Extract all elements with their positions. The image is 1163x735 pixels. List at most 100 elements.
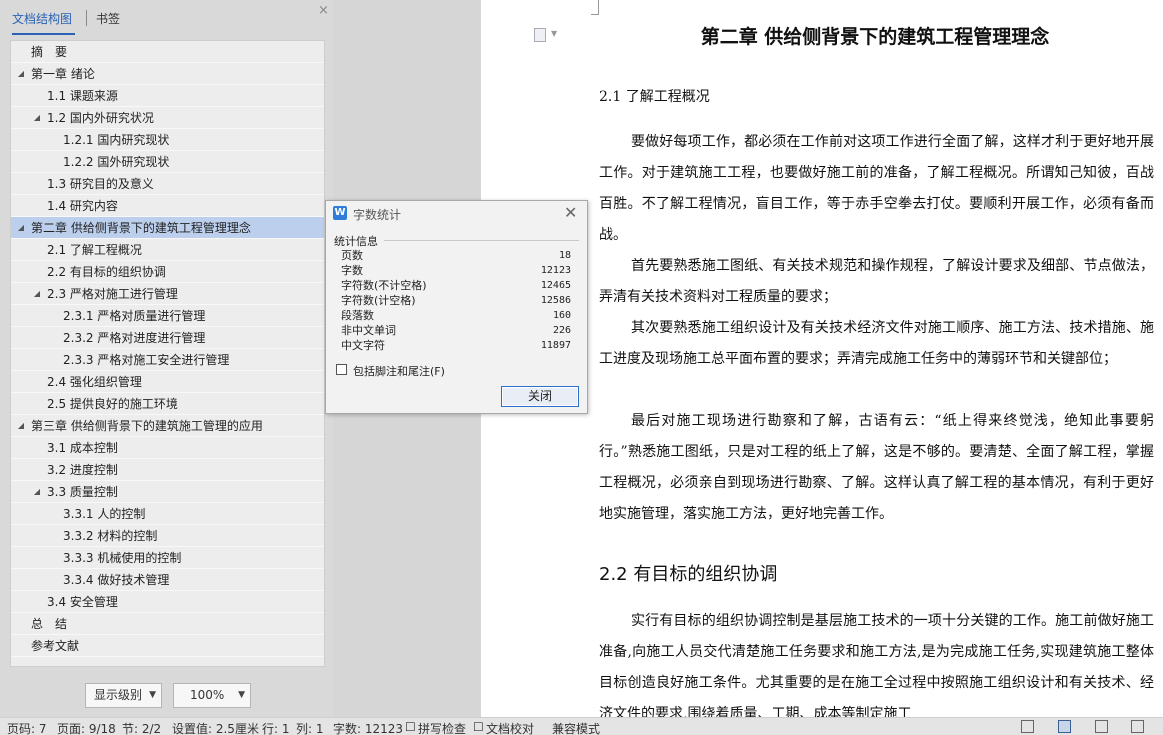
outline-item[interactable]: ◢ 3.3 质量控制 (11, 481, 324, 503)
expand-arrow-icon[interactable]: ◢ (16, 415, 26, 437)
status-word-count[interactable]: 字数: 12123 (333, 720, 403, 735)
stat-value: 12123 (540, 265, 571, 276)
outline-item[interactable]: 参考文献 (11, 635, 324, 657)
outline-item-label: 1.4 研究内容 (47, 199, 118, 213)
document-icon[interactable] (534, 28, 546, 42)
outline-item-label: 第一章 绪论 (31, 67, 95, 81)
stat-label: 字数 (341, 264, 363, 277)
web-view-icon[interactable] (1131, 720, 1144, 733)
outline-item-label: 2.3.2 严格对进度进行管理 (63, 331, 206, 345)
status-section: 节: 2/2 (122, 722, 162, 735)
expand-arrow-icon[interactable]: ◢ (16, 63, 26, 85)
doc-proof-toggle[interactable]: ☐ (473, 720, 484, 734)
stat-row: 字符数(计空格) 12586 (341, 294, 571, 308)
tab-document-map[interactable]: 文档结构图 (12, 10, 72, 27)
status-col: 列: 1 (296, 722, 324, 735)
outline-item-label: 参考文献 (31, 639, 80, 653)
outline-item[interactable]: ◢ 1.2 国内外研究状况 (11, 107, 324, 129)
dialog-title: 字数统计 (353, 208, 402, 222)
stat-value: 226 (552, 325, 571, 336)
outline-item-label: 1.2.1 国内研究现状 (63, 133, 170, 147)
body-paragraph: 最后对施工现场进行勘察和了解，古语有云：“纸上得来终觉浅，绝知此事要躬行。”熟悉… (599, 413, 1154, 522)
outline-item[interactable]: 2.3.2 严格对进度进行管理 (11, 327, 324, 349)
outline-item-label: 3.3 质量控制 (47, 485, 118, 499)
outline-item[interactable]: 总 结 (11, 613, 324, 635)
status-page[interactable]: 页面: 9/18 (57, 720, 116, 735)
doc-proof-label[interactable]: 文档校对 (486, 720, 534, 735)
outline-item[interactable]: ◢ 第三章 供给侧背景下的建筑施工管理的应用 (11, 415, 324, 437)
expand-arrow-icon[interactable]: ◢ (16, 217, 26, 239)
row-divider (11, 656, 324, 657)
outline-item[interactable]: 1.2.2 国外研究现状 (11, 151, 324, 173)
outline-item[interactable]: 3.2 进度控制 (11, 459, 324, 481)
outline-item-label: 3.4 安全管理 (47, 595, 118, 609)
outline-item[interactable]: 2.3.3 严格对施工安全进行管理 (11, 349, 324, 371)
stat-label: 非中文单词 (341, 324, 396, 337)
chevron-down-icon: ▼ (238, 690, 245, 700)
outline-item[interactable]: ◢ 2.3 严格对施工进行管理 (11, 283, 324, 305)
outline-item-label: 3.2 进度控制 (47, 463, 118, 477)
outline-view-icon[interactable] (1095, 720, 1108, 733)
outline-item[interactable]: 3.4 安全管理 (11, 591, 324, 613)
stat-row: 字数 12123 (341, 264, 571, 278)
compat-mode-label: 兼容模式 (552, 722, 601, 735)
expand-arrow-icon[interactable]: ◢ (32, 481, 42, 503)
status-setting: 设置值: 2.5厘米 (172, 722, 259, 735)
outline-item[interactable]: 3.3.3 机械使用的控制 (11, 547, 324, 569)
active-tab-indicator (12, 33, 75, 35)
outline-item[interactable]: 2.1 了解工程概况 (11, 239, 324, 261)
status-page-code[interactable]: 页码: 7 (7, 720, 47, 735)
outline-item[interactable]: ◢ 第二章 供给侧背景下的建筑工程管理理念 (11, 217, 324, 239)
close-button[interactable]: 关闭 (501, 386, 579, 407)
chevron-down-icon[interactable]: ▼ (551, 29, 557, 38)
status-bar: 页码: 7 页面: 9/18 节: 2/2 设置值: 2.5厘米 行: 1 列:… (0, 717, 1163, 735)
spell-check-label[interactable]: 拼写检查 (418, 720, 466, 735)
fullscreen-view-icon[interactable] (1021, 720, 1034, 733)
display-level-dropdown[interactable]: 显示级别 ▼ (85, 683, 162, 708)
outline-item-label: 3.3.4 做好技术管理 (63, 573, 170, 587)
close-icon[interactable]: ✕ (564, 203, 577, 222)
outline-item[interactable]: 摘 要 (11, 41, 324, 63)
outline-item-label: 2.4 强化组织管理 (47, 375, 142, 389)
tab-divider (86, 10, 87, 26)
page-view-icon[interactable] (1058, 720, 1071, 733)
body-paragraph: 实行有目标的组织协调控制是基层施工技术的一项十分关键的工作。施工前做好施工准备,… (599, 613, 1154, 717)
outline-item-label: 1.1 课题来源 (47, 89, 118, 103)
outline-item[interactable]: 1.1 课题来源 (11, 85, 324, 107)
tab-bookmarks[interactable]: 书签 (96, 10, 120, 27)
outline-item-label: 总 结 (31, 617, 68, 631)
outline-item[interactable]: 1.4 研究内容 (11, 195, 324, 217)
group-divider (384, 240, 579, 241)
outline-item[interactable]: 3.3.4 做好技术管理 (11, 569, 324, 591)
outline-item[interactable]: ◢ 第一章 绪论 (11, 63, 324, 85)
outline-item-label: 第二章 供给侧背景下的建筑工程管理理念 (31, 221, 251, 235)
outline-item[interactable]: 1.3 研究目的及意义 (11, 173, 324, 195)
include-footnotes-checkbox[interactable] (336, 364, 347, 375)
outline-item[interactable]: 2.4 强化组织管理 (11, 371, 324, 393)
stat-row: 字符数(不计空格) 12465 (341, 279, 571, 293)
outline-item-label: 3.1 成本控制 (47, 441, 118, 455)
outline-item-label: 1.3 研究目的及意义 (47, 177, 154, 191)
stat-label: 段落数 (341, 309, 374, 322)
outline-item[interactable]: 3.1 成本控制 (11, 437, 324, 459)
outline-item[interactable]: 2.5 提供良好的施工环境 (11, 393, 324, 415)
stat-value: 18 (558, 250, 571, 261)
outline-item[interactable]: 3.3.2 材料的控制 (11, 525, 324, 547)
spell-check-toggle[interactable]: ☐ (405, 720, 416, 734)
outline-item-label: 2.3 严格对施工进行管理 (47, 287, 178, 301)
outline-item-label: 第三章 供给侧背景下的建筑施工管理的应用 (31, 419, 263, 433)
expand-arrow-icon[interactable]: ◢ (32, 107, 42, 129)
outline-item[interactable]: 1.2.1 国内研究现状 (11, 129, 324, 151)
outline-item[interactable]: 3.3.1 人的控制 (11, 503, 324, 525)
page-corner-mark (591, 0, 599, 15)
dialog-titlebar[interactable]: W 字数统计 ✕ (326, 201, 587, 227)
zoom-dropdown[interactable]: 100% ▼ (173, 683, 251, 708)
close-icon[interactable]: × (318, 3, 329, 18)
outline-item[interactable]: 2.3.1 严格对质量进行管理 (11, 305, 324, 327)
chapter-heading: 第二章 供给侧背景下的建筑工程管理理念 (700, 26, 1050, 48)
zoom-value: 100% (190, 688, 225, 702)
expand-arrow-icon[interactable]: ◢ (32, 283, 42, 305)
stat-value: 12465 (540, 280, 571, 291)
outline-item[interactable]: 2.2 有目标的组织协调 (11, 261, 324, 283)
include-footnotes-label[interactable]: 包括脚注和尾注(F) (353, 363, 445, 379)
